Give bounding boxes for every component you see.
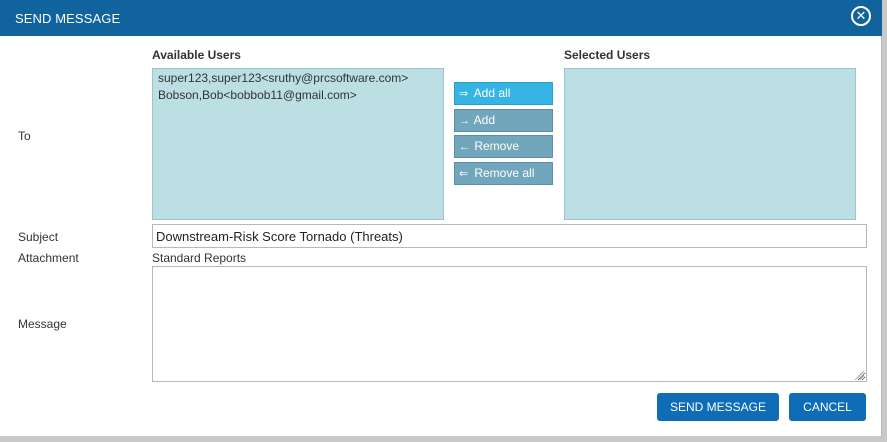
background-strip [0,436,887,442]
remove-all-label: Remove all [474,166,535,180]
double-arrow-right-icon: ⇒ [459,88,469,100]
attachment-label: Attachment [18,251,79,265]
selected-users-header: Selected Users [564,48,651,62]
message-textarea[interactable] [152,266,867,382]
selected-users-list[interactable] [564,68,856,220]
add-all-label: Add all [473,86,511,100]
double-arrow-left-icon: ⇐ [459,168,469,180]
subject-input[interactable] [152,224,867,248]
remove-label: Remove [474,139,520,153]
arrow-left-icon: ← [459,141,470,153]
attachment-value: Standard Reports [152,251,247,265]
send-message-dialog: SEND MESSAGE ✕ To Available Users super1… [0,0,882,436]
list-item[interactable]: super123,super123<sruthy@prcsoftware.com… [158,70,438,87]
add-button[interactable]: → Add [454,109,553,132]
send-message-button[interactable]: SEND MESSAGE [657,393,779,421]
available-users-list[interactable]: super123,super123<sruthy@prcsoftware.com… [152,68,444,220]
to-label: To [18,129,31,143]
list-item[interactable]: Bobson,Bob<bobbob11@gmail.com> [158,87,438,104]
dialog-title: SEND MESSAGE [15,11,121,26]
subject-label: Subject [18,230,59,244]
resize-grip-icon[interactable] [855,371,864,380]
add-all-button[interactable]: ⇒ Add all [454,82,553,105]
remove-all-button[interactable]: ⇐ Remove all [454,162,553,185]
cancel-button[interactable]: CANCEL [789,393,866,421]
add-label: Add [473,113,496,127]
available-users-header: Available Users [152,48,241,62]
remove-button[interactable]: ← Remove [454,135,553,158]
message-label: Message [18,317,67,331]
close-icon[interactable]: ✕ [851,6,871,26]
arrow-right-icon: → [459,115,470,127]
dialog-titlebar: SEND MESSAGE ✕ [0,0,882,36]
